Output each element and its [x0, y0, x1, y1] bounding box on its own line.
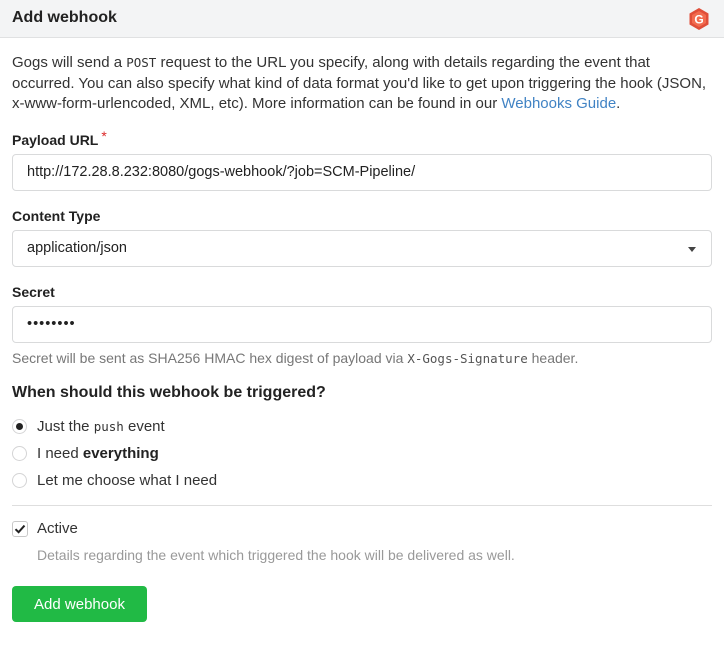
webhooks-guide-link[interactable]: Webhooks Guide	[501, 95, 616, 112]
payload-url-input[interactable]: http://172.28.8.232:8080/gogs-webhook/?j…	[12, 154, 712, 191]
trigger-option-push-label: Just the push event	[37, 418, 165, 435]
trigger-option-choose-label: Let me choose what I need	[37, 471, 218, 489]
radio-everything[interactable]	[12, 445, 27, 461]
active-checkbox-row[interactable]: Active	[12, 520, 78, 537]
svg-text:G: G	[694, 13, 703, 27]
trigger-option-push[interactable]: Just the push event	[12, 416, 165, 436]
secret-help-text: Secret will be sent as SHA256 HMAC hex d…	[12, 350, 408, 366]
content-type-value: application/json	[27, 240, 127, 256]
add-webhook-button[interactable]: Add webhook	[12, 586, 147, 622]
payload-url-value: http://172.28.8.232:8080/gogs-webhook/?j…	[27, 164, 416, 180]
gogs-logo-icon[interactable]: G	[687, 7, 711, 31]
secret-help: Secret will be sent as SHA256 HMAC hex d…	[12, 350, 578, 366]
webhook-description: Gogs will send a POST request to the URL…	[12, 53, 712, 115]
payload-url-label-text: Payload URL	[12, 132, 99, 148]
push-code: push	[93, 418, 124, 434]
trigger-question: When should this webhook be triggered?	[12, 384, 326, 401]
secret-input[interactable]: ••••••••	[12, 306, 712, 343]
trigger-option-choose[interactable]: Let me choose what I need	[12, 470, 217, 490]
chevron-down-icon	[688, 247, 696, 252]
content-type-label: Content Type	[12, 208, 101, 224]
push-label-post: event	[123, 417, 165, 435]
active-label: Active	[37, 520, 78, 537]
everything-label-pre: I need	[37, 444, 83, 462]
secret-help-text-2: header.	[527, 350, 579, 366]
divider	[12, 505, 712, 506]
secret-label: Secret	[12, 284, 55, 300]
active-checkbox[interactable]	[12, 520, 28, 537]
content-type-select[interactable]: application/json	[12, 230, 712, 267]
required-mark: *	[101, 128, 107, 144]
page-title: Add webhook	[12, 9, 117, 26]
everything-label-bold: everything	[82, 444, 159, 462]
secret-value: ••••••••	[27, 316, 76, 332]
active-hint: Details regarding the event which trigge…	[37, 547, 515, 563]
description-text: Gogs will send a	[12, 54, 127, 71]
description-text-3: .	[616, 95, 621, 112]
trigger-option-everything[interactable]: I need everything	[12, 443, 159, 463]
signature-header-code: X-Gogs-Signature	[407, 351, 528, 366]
trigger-option-everything-label: I need everything	[37, 445, 159, 462]
push-label-pre: Just the	[37, 417, 94, 435]
radio-push[interactable]	[12, 418, 27, 434]
payload-url-label: Payload URL *	[12, 128, 107, 148]
radio-choose[interactable]	[12, 472, 27, 488]
post-code: POST	[126, 55, 157, 70]
checkmark-icon	[14, 524, 26, 534]
page-header: Add webhook G	[0, 0, 724, 38]
